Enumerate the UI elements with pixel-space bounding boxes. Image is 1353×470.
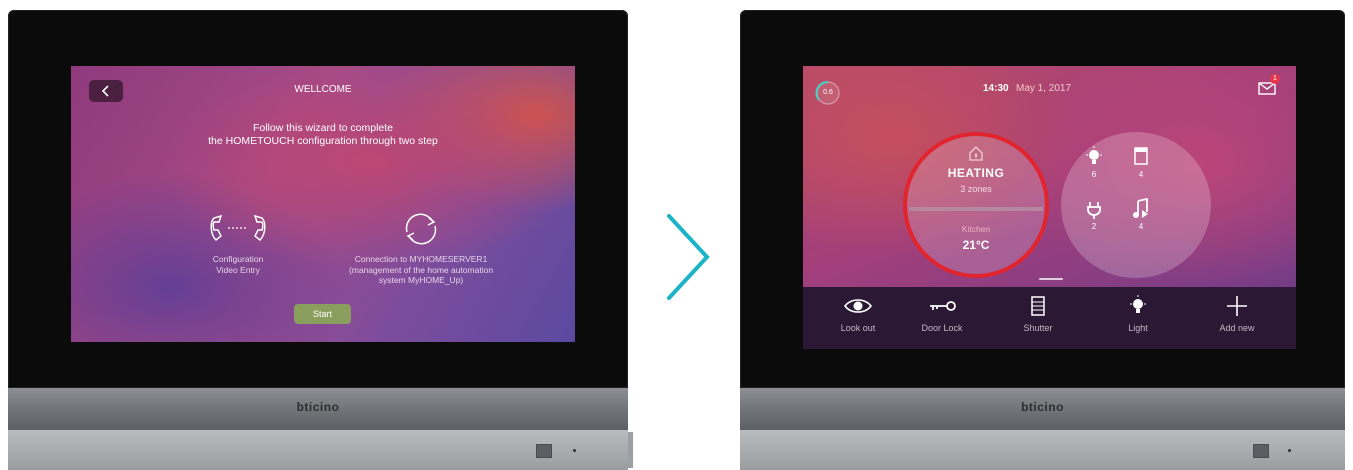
eye-icon [843,299,873,313]
device-shutter[interactable]: 4 [1126,146,1156,179]
device-base [740,430,1345,470]
option-video-line2: Video Entry [216,264,260,275]
device-right: 0.6 14:30 May 1, 2017 1 HEATING 3 zones … [740,10,1345,470]
house-icon [969,146,983,161]
option-video-entry[interactable]: Configuration Video Entry [191,212,285,275]
chevron-right-icon [667,214,710,300]
heating-subtitle: 3 zones [960,184,992,194]
device-brand-strip: bticino [740,388,1345,430]
dock-shutter[interactable]: Shutter [1003,295,1073,333]
temperature-badge-value: 0.6 [823,89,833,96]
quick-dock: Look out Door Lock Shutter Light Add new [803,287,1296,349]
heating-title: HEATING [947,166,1005,180]
dock-light-label: Light [1128,323,1148,333]
dock-add-new[interactable]: Add new [1202,295,1272,333]
wizard-description: Follow this wizard to complete the HOMET… [71,122,575,148]
option-server-connection[interactable]: Connection to MYHOMESERVER1 (management … [321,212,521,286]
camera-icon [1253,444,1269,458]
device-light[interactable]: 6 [1079,146,1109,179]
clock-time: 14:30 [983,83,1009,94]
device-music[interactable]: 4 [1126,198,1156,231]
handset-pair-icon [210,214,266,242]
dock-door-lock[interactable]: Door Lock [907,295,977,333]
heating-divider [909,207,1043,211]
home-screen: 0.6 14:30 May 1, 2017 1 HEATING 3 zones … [803,66,1296,349]
device-brand-strip: bticino [8,388,628,430]
wizard-screen: WELLCOME Follow this wizard to complete … [71,66,575,342]
device-plug[interactable]: 2 [1079,198,1109,231]
side-tab [628,432,633,468]
wizard-description-line2: the HOMETOUCH configuration through two … [208,135,438,147]
dock-light[interactable]: Light [1103,295,1173,333]
dock-add-new-label: Add new [1219,323,1255,333]
brand-logo: bticino [1021,400,1064,414]
music-icon [1133,198,1148,218]
shutter-icon [1134,147,1148,165]
indicator-led [1288,449,1291,452]
camera-icon [536,444,552,458]
device-plug-count: 2 [1091,222,1097,231]
dock-door-lock-label: Door Lock [921,323,963,333]
device-base [8,430,628,470]
bulb-icon [1086,146,1102,164]
wizard-description-line1: Follow this wizard to complete [252,122,394,134]
option-server-line3: system MyHOME_Up) [378,275,464,285]
device-light-count: 6 [1091,170,1097,179]
plus-icon [1227,296,1247,316]
dock-look-out[interactable]: Look out [823,295,893,333]
start-button[interactable]: Start [294,304,351,324]
mail-notification-badge: 1 [1270,74,1280,84]
option-server-line2: (management of the home automation [348,264,494,275]
key-icon [930,301,956,311]
device-music-count: 4 [1138,222,1144,231]
brand-logo: bticino [296,400,340,414]
heating-zone-name: Kitchen [961,224,991,234]
option-server-line1: Connection to MYHOMESERVER1 [354,254,488,264]
sync-arrows-icon [405,213,437,245]
shutter-icon [1031,296,1045,316]
heating-zone-temp: 21°C [962,238,990,252]
device-shutter-count: 4 [1138,170,1144,179]
device-left: WELLCOME Follow this wizard to complete … [8,10,633,470]
plug-icon [1087,202,1101,219]
dock-shutter-label: Shutter [1023,323,1053,333]
clock-date: May 1, 2017 [1016,83,1072,94]
indicator-led [573,449,576,452]
bulb-icon [1130,295,1146,313]
wizard-title: WELLCOME [294,84,352,95]
drag-handle[interactable] [1039,278,1063,280]
temperature-gauge-icon[interactable]: 0.6 [815,80,841,106]
dock-look-out-label: Look out [840,323,876,333]
option-video-line1: Configuration [212,254,264,264]
